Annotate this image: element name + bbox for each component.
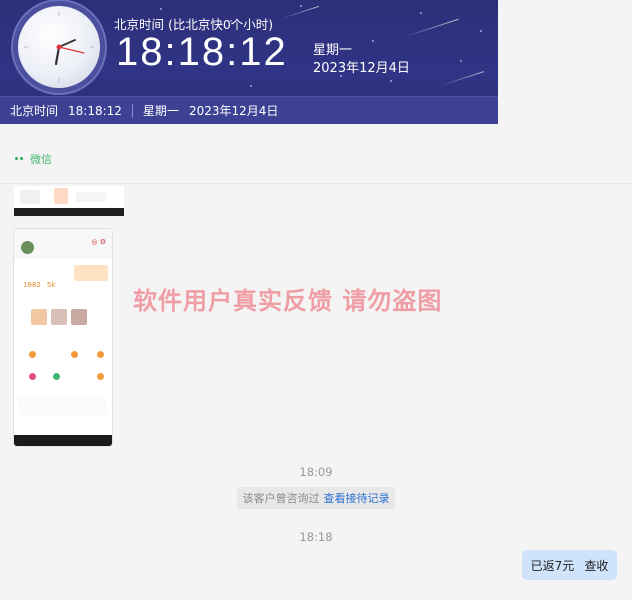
digital-time: 18:18:12 — [116, 30, 288, 74]
message-timestamp: 18:18 — [299, 530, 333, 544]
clock-status-bar: 北京时间 18:18:12 星期一 2023年12月4日 — [0, 96, 498, 124]
shooting-star — [440, 71, 485, 86]
chat-window: 北京时间 (比北京快0个小时) 18:18:12 星期一 2023年12月4日 … — [0, 0, 632, 600]
notice-text: 该客户曾咨询过 — [242, 492, 320, 505]
weekday-label: 星期一 — [313, 43, 353, 58]
phone-header: ◎ ⚙ — [14, 229, 112, 259]
avatar — [21, 241, 34, 254]
status-zone: 北京时间 — [10, 104, 59, 118]
analog-clock-icon — [18, 6, 100, 88]
settings-icon: ◎ ⚙ — [91, 238, 106, 246]
chat-header: 微信 — [0, 124, 632, 184]
image-row — [19, 309, 107, 339]
promo-banner — [74, 265, 108, 281]
shooting-star — [280, 5, 320, 20]
message-action-text: 查收 — [584, 558, 609, 573]
wechat-logo-icon — [15, 157, 23, 160]
phone-footer — [19, 397, 107, 415]
chat-title: 微信 — [30, 153, 52, 166]
date-label: 2023年12月4日 — [313, 61, 410, 76]
status-date: 2023年12月4日 — [188, 104, 279, 118]
outgoing-message-bubble[interactable]: 已返7元 查收 — [522, 550, 617, 580]
phone-screenshot-thumbnail[interactable]: ◎ ⚙ 1882 5k — [14, 229, 112, 446]
status-time: 18:18:12 — [68, 103, 122, 118]
message-timestamp: 18:09 — [299, 465, 333, 479]
view-records-link[interactable]: 查看接待记录 — [324, 490, 390, 506]
message-text: 已返7元 — [530, 558, 575, 573]
screenshot-thumbnail[interactable] — [14, 186, 124, 216]
stat-value: 5k — [46, 281, 56, 289]
system-notice: 该客户曾咨询过 查看接待记录 — [237, 487, 395, 509]
divider — [131, 103, 133, 118]
feature-grid — [19, 345, 107, 393]
status-weekday: 星期一 — [142, 104, 179, 118]
clock-widget: 北京时间 (比北京快0个小时) 18:18:12 星期一 2023年12月4日 … — [0, 0, 498, 124]
shooting-star — [401, 18, 459, 39]
watermark-text: 软件用户真实反馈 请勿盗图 — [133, 287, 443, 315]
stat-value: 1882 — [23, 281, 41, 289]
